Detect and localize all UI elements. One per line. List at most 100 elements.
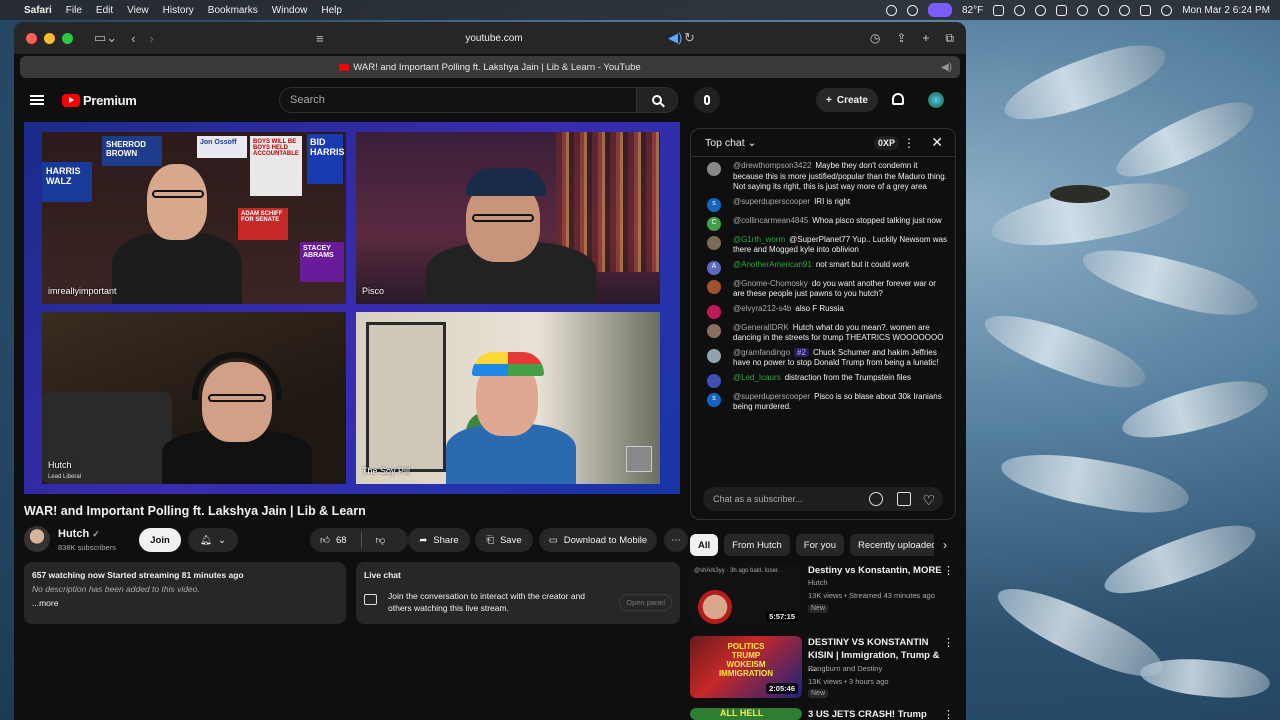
channel-name[interactable]: Hutch ✓ (58, 528, 100, 540)
status-icon[interactable] (906, 4, 918, 16)
channel-avatar[interactable] (24, 526, 50, 552)
tab-active[interactable]: WAR! and Important Polling ft. Lakshya J… (20, 56, 960, 78)
chat-avatar[interactable]: A (707, 260, 721, 275)
chat-author[interactable]: @collincarmean4845 (733, 216, 808, 225)
search-input[interactable]: Search (279, 87, 637, 113)
chat-message[interactable]: s @superduperscooper Pisco is so blase abo… (691, 390, 955, 415)
reload-icon[interactable]: ↻ (684, 30, 695, 46)
search-button[interactable] (636, 87, 678, 113)
headphones-icon[interactable] (1035, 4, 1047, 16)
chat-message[interactable]: @drewthompson3422 Maybe they don't condem… (691, 159, 955, 195)
siri-icon[interactable] (1161, 4, 1173, 16)
chat-message[interactable]: A @AnotherAmerican91 not smart but it coul… (691, 258, 955, 277)
chip-recently-uploaded[interactable]: Recently uploaded (849, 534, 945, 556)
open-panel-button[interactable]: Open panel (619, 594, 672, 611)
chat-message[interactable]: @elvyra212-s4b also F Russia (691, 302, 955, 321)
chat-message[interactable]: @gramfandingo #2 Chuck Schumer and hakim J… (691, 346, 955, 371)
weather-label[interactable]: 82°F (962, 5, 983, 16)
account-avatar[interactable] (928, 92, 944, 108)
chip-from-hutch[interactable]: From Hutch (724, 534, 790, 556)
chat-message[interactable]: @Gnome-Chomosky do you want another forev… (691, 277, 955, 302)
show-more-link[interactable]: ...more (32, 598, 338, 608)
save-button[interactable]: ⎗ Save (475, 528, 533, 552)
chat-author[interactable]: @G1rth_worm (733, 235, 785, 244)
chat-message[interactable]: @Led_Icaurs distraction from the Trumpste… (691, 371, 955, 390)
emoji-icon[interactable] (869, 492, 883, 506)
wifi-icon[interactable] (1098, 4, 1110, 16)
more-options-icon[interactable]: ⋮ (903, 136, 915, 150)
chat-avatar[interactable] (707, 304, 721, 319)
new-tab-icon[interactable]: + (922, 31, 929, 46)
chat-avatar[interactable] (707, 235, 721, 250)
chat-author[interactable]: @Led_Icaurs (733, 373, 781, 382)
chat-message[interactable]: s @superduperscooper IRI is right (691, 195, 955, 214)
create-button[interactable]: + Create (816, 88, 878, 112)
related-video-channel[interactable]: Pangburn and Destiny (808, 664, 882, 673)
tab-audio-icon[interactable]: ◀) (941, 62, 952, 73)
audio-icon[interactable] (1056, 4, 1068, 16)
chat-messages[interactable]: @drewthompson3422 Maybe they don't condem… (691, 159, 955, 479)
xp-badge[interactable]: 0XP (873, 135, 899, 150)
description-box[interactable]: 657 watching now Started streaming 81 mi… (24, 562, 346, 624)
share-icon[interactable]: ⇪ (896, 31, 906, 46)
related-video[interactable]: POLITICS TRUMP WOKEISM IMMIGRATION 2:05:… (690, 636, 956, 700)
chat-avatar[interactable] (707, 373, 721, 388)
chat-avatar[interactable] (707, 162, 721, 176)
download-to-mobile-button[interactable]: ▭ Download to Mobile (539, 528, 657, 552)
chat-author[interactable]: @GeneralIDRK (733, 323, 789, 332)
minimize-window-button[interactable] (44, 32, 55, 44)
video-thumbnail[interactable]: POLITICS TRUMP WOKEISM IMMIGRATION 2:05:… (690, 636, 802, 698)
menu-bookmarks[interactable]: Bookmarks (208, 5, 258, 16)
menu-icon[interactable] (30, 95, 44, 105)
heart-icon[interactable]: ♡ (922, 492, 935, 509)
video-player[interactable]: SHERROD BROWN HARRIS WALZ Jon Ossoff BOY… (24, 122, 680, 494)
chat-message[interactable]: C @collincarmean4845 Whoa pisco stopped ta… (691, 214, 955, 233)
history-icon[interactable]: ◷ (870, 31, 880, 46)
youtube-logo-text[interactable]: Premium (83, 93, 137, 108)
zoom-window-button[interactable] (62, 32, 73, 44)
close-icon[interactable]: ✕ (931, 134, 943, 151)
thumbs-down-icon[interactable]: 👎︎ (376, 534, 386, 546)
chat-avatar[interactable] (707, 348, 721, 363)
menu-edit[interactable]: Edit (96, 5, 113, 16)
chat-author[interactable]: @gramfandingo (733, 348, 790, 357)
chat-message[interactable]: @GeneralIDRK Hutch what do you mean?. wom… (691, 321, 955, 346)
close-window-button[interactable] (26, 32, 37, 44)
like-button[interactable]: 👍︎ 68 👎︎ (310, 528, 408, 552)
youtube-logo-icon[interactable] (62, 93, 80, 107)
super-chat-icon[interactable] (897, 492, 911, 506)
chat-author[interactable]: @AnotherAmerican91 (733, 260, 812, 269)
related-video-title[interactable]: Destiny vs Konstantin, MORE (808, 564, 943, 577)
play-icon[interactable] (1077, 4, 1089, 16)
chat-avatar[interactable]: s (707, 392, 721, 407)
chat-author[interactable]: @superduperscooper (733, 197, 810, 206)
join-button[interactable]: Join (139, 528, 181, 552)
status-icon[interactable] (885, 4, 897, 16)
video-thumbnail[interactable]: @shArk3yy · 3h ago bald. loser. 5:57:15 (690, 564, 802, 626)
chat-author[interactable]: @superduperscooper (733, 392, 810, 401)
bluetooth-icon[interactable] (1014, 4, 1026, 16)
related-video[interactable]: ALL HELL 3 US JETS CRASH! Trump ⋮ (690, 708, 956, 720)
more-options-icon[interactable]: ⋮ (943, 636, 954, 649)
screen-share-icon[interactable] (927, 3, 952, 17)
menu-file[interactable]: File (66, 5, 82, 16)
related-video-channel[interactable]: Hutch (808, 578, 828, 587)
chat-avatar[interactable] (707, 279, 721, 294)
subscription-bell-button[interactable]: 🔔︎ ⌄ (188, 528, 238, 552)
menu-help[interactable]: Help (321, 5, 342, 16)
menu-view[interactable]: View (127, 5, 149, 16)
tab-overview-icon[interactable]: ⧉ (945, 31, 954, 46)
related-video[interactable]: @shArk3yy · 3h ago bald. loser. 5:57:15 … (690, 564, 956, 628)
chat-author[interactable]: @drewthompson3422 (733, 161, 811, 170)
search-icon[interactable] (1119, 4, 1131, 16)
video-thumbnail[interactable]: ALL HELL (690, 708, 802, 720)
chat-mode-dropdown[interactable]: Top chat ⌄ (705, 137, 756, 149)
control-center-icon[interactable] (1140, 4, 1152, 16)
more-options-icon[interactable]: ⋮ (943, 708, 954, 720)
menu-app-name[interactable]: Safari (24, 5, 52, 16)
more-actions-button[interactable]: ⋯ (664, 528, 688, 552)
chip-all[interactable]: All (690, 534, 719, 556)
voice-search-button[interactable] (694, 87, 720, 113)
battery-icon[interactable] (993, 4, 1005, 16)
menu-window[interactable]: Window (272, 5, 308, 16)
